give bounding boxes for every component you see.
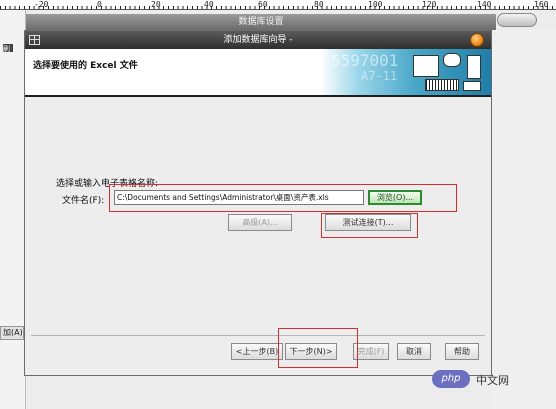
- barcode-icon: [425, 79, 459, 91]
- database-settings-title: 数据库设置: [26, 14, 496, 30]
- banner-text: A7-11: [361, 69, 398, 83]
- dialog-title-bar: 添加数据库向导 -: [25, 31, 491, 49]
- ruler-mark: 20: [151, 0, 161, 9]
- highlight-box: [321, 213, 418, 238]
- ruler-mark: 140: [477, 0, 492, 9]
- background-toolbar-icon: 刷: [3, 44, 13, 53]
- document-icon: [463, 81, 481, 91]
- window-menu-icon[interactable]: [29, 35, 40, 45]
- ruler-mark: 0: [97, 0, 102, 9]
- wizard-step-title: 选择要使用的 Excel 文件: [33, 61, 138, 71]
- background-add-button[interactable]: 加(A): [0, 326, 24, 340]
- document-icon: [467, 55, 481, 79]
- highlight-box: [109, 184, 457, 212]
- ruler-mark: 60: [258, 0, 268, 9]
- help-button[interactable]: 帮助: [445, 343, 479, 360]
- cancel-button[interactable]: 取消: [397, 343, 431, 360]
- finish-button[interactable]: 完成(F): [353, 343, 389, 360]
- wizard-banner-image: 5597001 A7-11: [321, 49, 491, 95]
- background-right-panel: [490, 30, 556, 409]
- php-logo: php: [432, 370, 470, 388]
- previous-button[interactable]: <上一步(B): [231, 343, 283, 360]
- ruler-mark: 40: [204, 0, 214, 9]
- divider: [31, 335, 485, 336]
- ruler: -20 0 20 40 60 80 100 120 140 160: [0, 0, 556, 10]
- database-icon: [443, 53, 461, 67]
- watermark-text: 中文网: [476, 374, 509, 387]
- watermark: php 中文网: [432, 368, 552, 390]
- document-icon: [413, 55, 439, 77]
- ruler-mark: 160: [534, 0, 549, 9]
- advanced-button[interactable]: 高级(A)...: [228, 214, 292, 231]
- ruler-mark: 100: [368, 0, 383, 9]
- ruler-mark: -20: [34, 0, 49, 9]
- wizard-header: 选择要使用的 Excel 文件 5597001 A7-11: [25, 49, 491, 97]
- file-name-label: 文件名(F):: [62, 196, 105, 206]
- close-icon[interactable]: [470, 33, 484, 47]
- ruler-mark: 80: [314, 0, 324, 9]
- background-left-panel: [0, 10, 26, 409]
- banner-text: 5597001: [331, 51, 399, 70]
- highlight-box: [278, 328, 358, 368]
- ruler-mark: 120: [422, 0, 437, 9]
- ruler-ticks: [0, 0, 556, 9]
- add-database-wizard-dialog: 添加数据库向导 - 选择要使用的 Excel 文件 5597001 A7-11 …: [24, 30, 492, 376]
- dialog-title: 添加数据库向导 -: [223, 35, 293, 45]
- background-window-control[interactable]: [497, 13, 537, 27]
